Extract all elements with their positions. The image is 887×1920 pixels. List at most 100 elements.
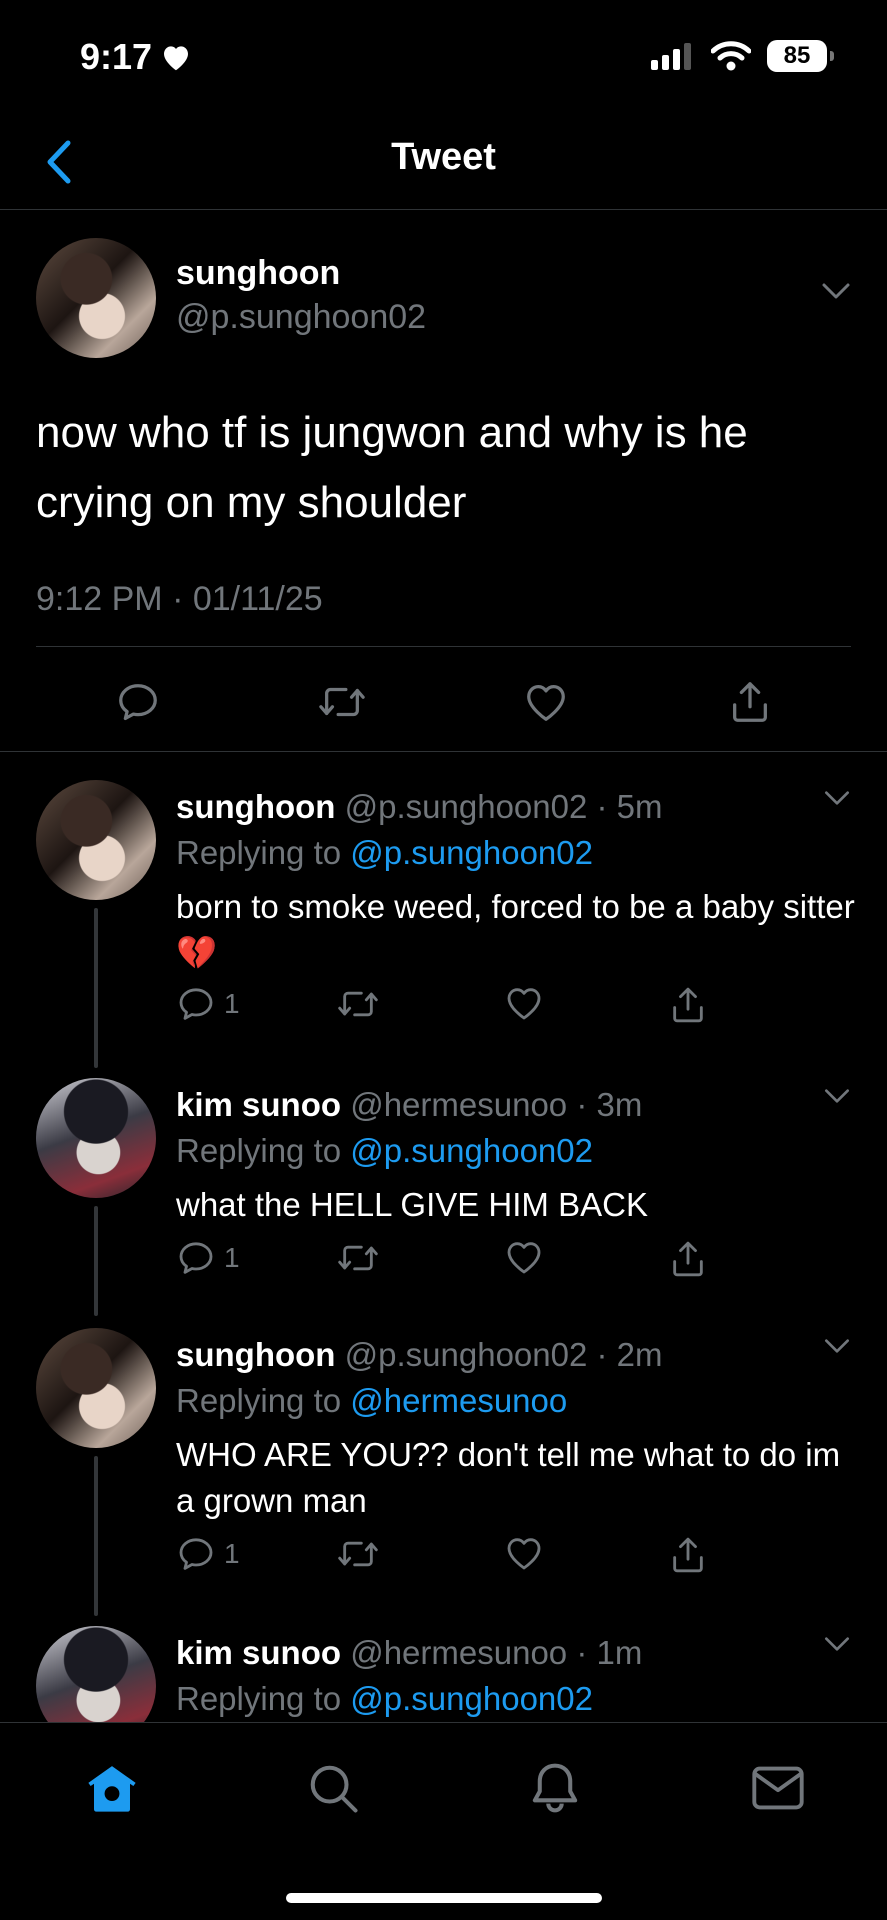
share-icon bbox=[668, 1238, 708, 1280]
wifi-icon bbox=[711, 41, 751, 71]
retweet-button[interactable] bbox=[336, 984, 380, 1024]
status-indicators: 85 bbox=[651, 40, 834, 72]
share-button[interactable] bbox=[668, 1238, 708, 1280]
author-name[interactable]: sunghoon bbox=[176, 1336, 335, 1373]
replying-to: Replying to @p.sunghoon02 bbox=[176, 834, 593, 872]
tweet-options-button[interactable] bbox=[823, 1338, 851, 1354]
battery-level: 85 bbox=[783, 42, 811, 69]
share-icon bbox=[668, 984, 708, 1026]
reply-count: 1 bbox=[224, 1242, 240, 1273]
status-time: 9:17 bbox=[80, 36, 192, 78]
share-button[interactable] bbox=[722, 672, 778, 732]
replying-to-link[interactable]: @hermesunoo bbox=[350, 1382, 567, 1419]
tab-home[interactable] bbox=[77, 1753, 147, 1823]
battery-indicator: 85 bbox=[767, 40, 834, 72]
status-bar: 9:17 85 bbox=[0, 0, 887, 118]
tweet-options-button[interactable] bbox=[823, 790, 851, 806]
chevron-down-icon bbox=[823, 1636, 851, 1652]
home-indicator[interactable] bbox=[286, 1893, 602, 1903]
tweet-options-button[interactable] bbox=[823, 1636, 851, 1652]
replying-label: Replying to bbox=[176, 1132, 342, 1169]
author-handle[interactable]: @p.sunghoon02 bbox=[176, 298, 426, 337]
thread-line bbox=[94, 1206, 98, 1316]
retweet-button[interactable] bbox=[314, 672, 370, 732]
reply-header: kim sunoo @hermesunoo · 1m bbox=[176, 1634, 642, 1672]
like-icon bbox=[504, 1534, 544, 1572]
reply-tweet[interactable]: sunghoon @p.sunghoon02 · 2m Replying to … bbox=[0, 1328, 887, 1626]
tweet-text: now who tf is jungwon and why is he cryi… bbox=[36, 408, 748, 527]
reply-text: born to smoke weed, forced to be a baby … bbox=[176, 888, 855, 971]
reply-button[interactable]: 1 bbox=[176, 1238, 240, 1278]
replying-to: Replying to @p.sunghoon02 bbox=[176, 1132, 593, 1170]
avatar[interactable] bbox=[36, 780, 156, 900]
tab-search[interactable] bbox=[298, 1753, 368, 1823]
replying-to-link[interactable]: @p.sunghoon02 bbox=[350, 1680, 593, 1717]
author-name[interactable]: kim sunoo bbox=[176, 1086, 341, 1123]
chevron-down-icon bbox=[823, 790, 851, 806]
author-name[interactable]: sunghoon bbox=[176, 254, 340, 293]
reply-header: sunghoon @p.sunghoon02 · 5m bbox=[176, 788, 663, 826]
main-tweet: sunghoon @p.sunghoon02 now who tf is jun… bbox=[0, 210, 887, 752]
avatar[interactable] bbox=[36, 1626, 156, 1722]
reply-actions: 1 bbox=[176, 984, 716, 1034]
retweet-button[interactable] bbox=[336, 1534, 380, 1574]
reply-button[interactable]: 1 bbox=[176, 984, 240, 1024]
reply-button[interactable] bbox=[110, 672, 166, 732]
share-icon bbox=[668, 1534, 708, 1576]
like-button[interactable] bbox=[504, 1238, 544, 1276]
replying-to: Replying to @hermesunoo bbox=[176, 1382, 567, 1420]
tweet-options-button[interactable] bbox=[823, 1088, 851, 1104]
share-button[interactable] bbox=[668, 1534, 708, 1576]
replying-label: Replying to bbox=[176, 1382, 342, 1419]
reply-icon bbox=[115, 679, 161, 725]
replying-to: Replying to @p.sunghoon02 bbox=[176, 1680, 593, 1718]
like-icon bbox=[504, 1238, 544, 1276]
author-meta: @hermesunoo · 3m bbox=[350, 1086, 643, 1123]
home-icon bbox=[85, 1762, 139, 1814]
avatar[interactable] bbox=[36, 1328, 156, 1448]
author-meta: @p.sunghoon02 · 2m bbox=[344, 1336, 663, 1373]
tab-bar bbox=[0, 1722, 887, 1920]
reply-icon bbox=[176, 1238, 216, 1278]
reply-button[interactable]: 1 bbox=[176, 1534, 240, 1574]
reply-header: kim sunoo @hermesunoo · 3m bbox=[176, 1086, 642, 1124]
tab-notifications[interactable] bbox=[520, 1753, 590, 1823]
retweet-icon bbox=[336, 1534, 380, 1574]
tweet-actions bbox=[0, 672, 887, 732]
like-button[interactable] bbox=[518, 672, 574, 732]
status-time-label: 9:17 bbox=[80, 36, 153, 77]
replying-to-link[interactable]: @p.sunghoon02 bbox=[350, 834, 593, 871]
thread-line bbox=[94, 908, 98, 1068]
page-title: Tweet bbox=[391, 136, 496, 178]
reply-text: WHO ARE YOU?? don't tell me what to do i… bbox=[176, 1436, 841, 1519]
like-icon bbox=[504, 984, 544, 1022]
replying-label: Replying to bbox=[176, 1680, 342, 1717]
chevron-down-icon bbox=[821, 282, 851, 300]
avatar[interactable] bbox=[36, 238, 156, 358]
mail-icon bbox=[750, 1764, 806, 1812]
retweet-icon bbox=[336, 984, 380, 1024]
reply-tweet[interactable]: sunghoon @p.sunghoon02 · 5m Replying to … bbox=[0, 780, 887, 1078]
reply-text: what the HELL GIVE HIM BACK bbox=[176, 1186, 648, 1223]
share-icon bbox=[727, 678, 773, 726]
reply-count: 1 bbox=[224, 1538, 240, 1569]
reply-tweet[interactable]: kim sunoo @hermesunoo · 1m Replying to @… bbox=[0, 1626, 887, 1722]
heart-filled-icon bbox=[160, 42, 192, 72]
avatar[interactable] bbox=[36, 1078, 156, 1198]
author-name[interactable]: sunghoon bbox=[176, 788, 335, 825]
tweet-options-button[interactable] bbox=[821, 282, 851, 300]
author-meta: @p.sunghoon02 · 5m bbox=[344, 788, 663, 825]
signal-icon bbox=[651, 42, 695, 70]
replying-to-link[interactable]: @p.sunghoon02 bbox=[350, 1132, 593, 1169]
reply-tweet[interactable]: kim sunoo @hermesunoo · 3m Replying to @… bbox=[0, 1078, 887, 1328]
thread-line bbox=[94, 1456, 98, 1616]
like-button[interactable] bbox=[504, 984, 544, 1022]
like-button[interactable] bbox=[504, 1534, 544, 1572]
tab-messages[interactable] bbox=[743, 1753, 813, 1823]
share-button[interactable] bbox=[668, 984, 708, 1026]
reply-count: 1 bbox=[224, 988, 240, 1019]
retweet-button[interactable] bbox=[336, 1238, 380, 1278]
search-icon bbox=[306, 1761, 360, 1815]
chevron-down-icon bbox=[823, 1088, 851, 1104]
author-name[interactable]: kim sunoo bbox=[176, 1634, 341, 1671]
